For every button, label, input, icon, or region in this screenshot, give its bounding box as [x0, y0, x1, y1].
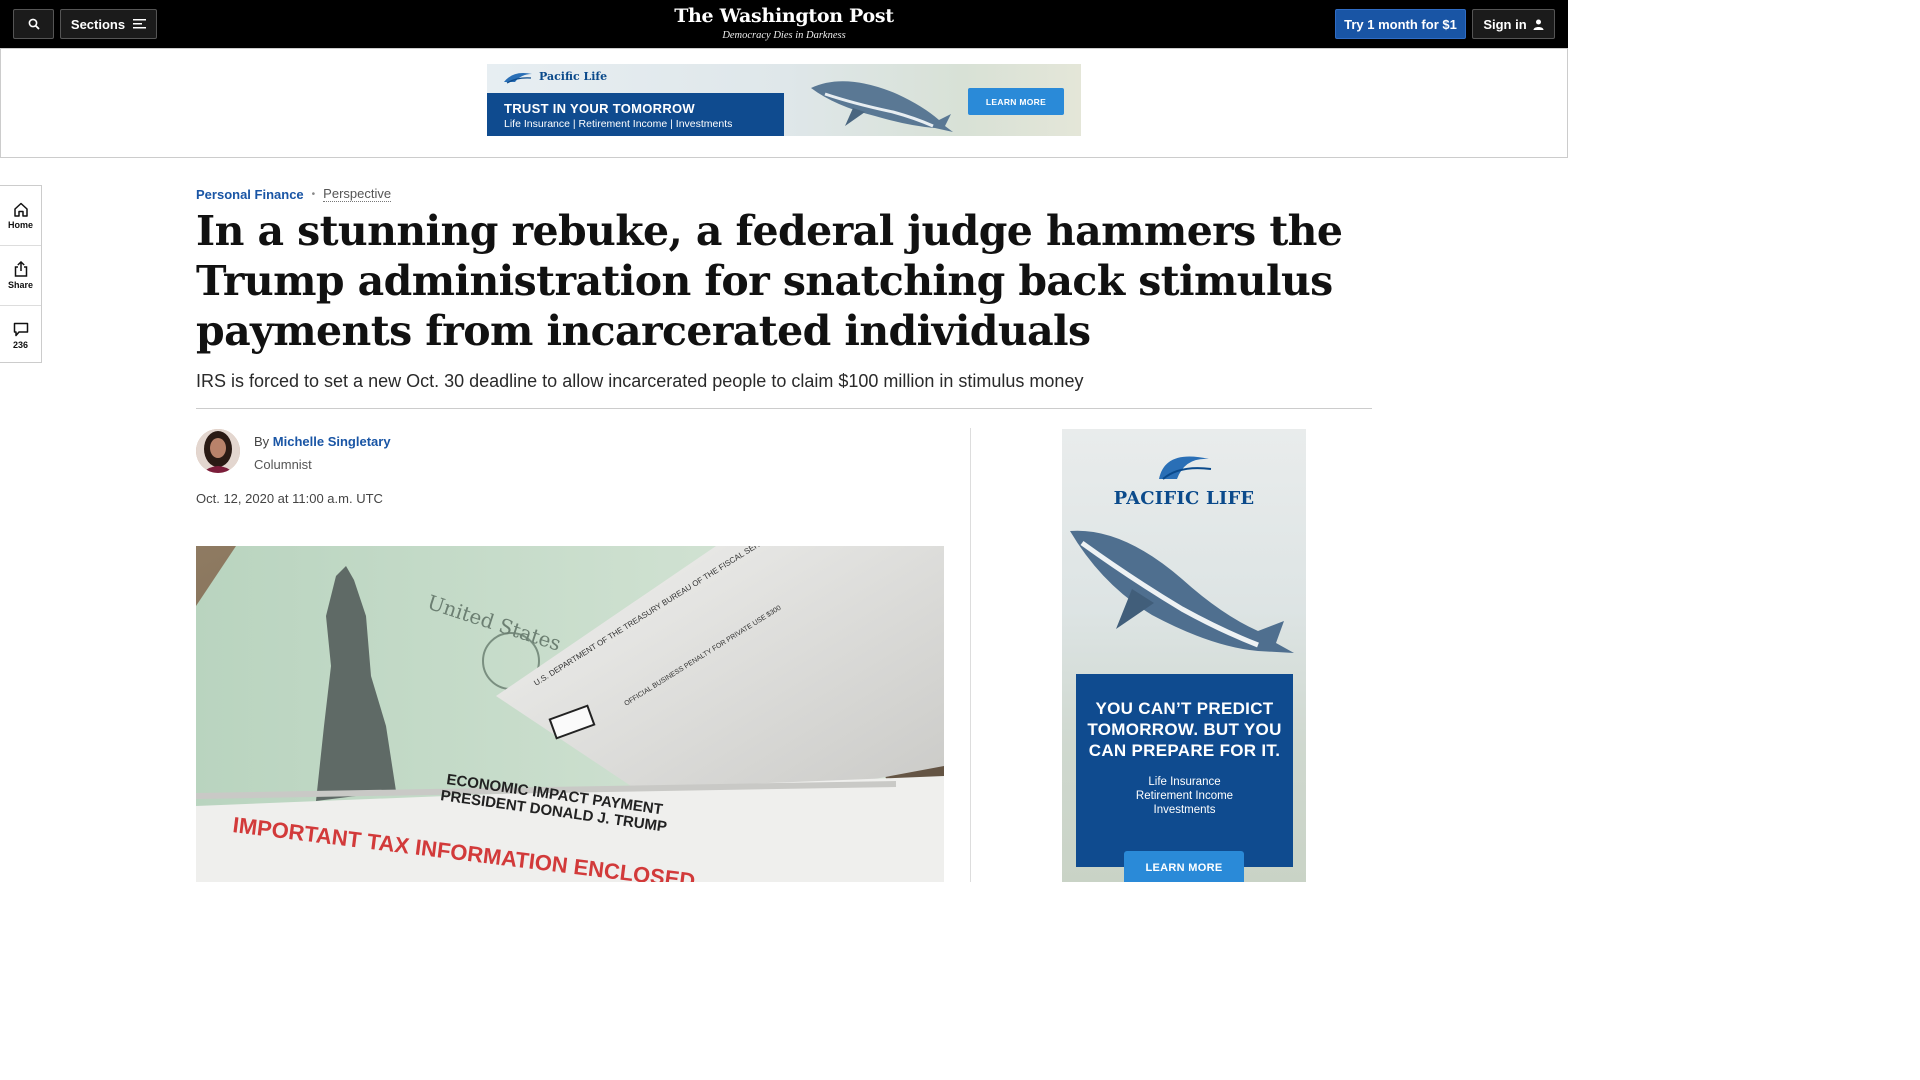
sign-in-button[interactable]: Sign in: [1472, 9, 1555, 39]
byline-prefix: By: [254, 434, 270, 449]
lead-photo[interactable]: ECONOMIC IMPACT PAYMENT PRESIDENT DONALD…: [196, 546, 944, 882]
top-navigation: Sections The Washington Post Democracy D…: [0, 0, 1568, 48]
kicker-separator: •: [311, 188, 316, 200]
article-subheadline: IRS is forced to set a new Oct. 30 deadl…: [196, 371, 1084, 391]
share-icon: [14, 261, 27, 277]
byline: By Michelle Singletary: [254, 434, 391, 449]
pacific-life-logo-icon: [504, 73, 532, 84]
whale-illustration: [1070, 530, 1294, 653]
side-ad-brand-name: PACIFIC LIFE: [1113, 488, 1255, 509]
home-rail-button[interactable]: Home: [0, 186, 41, 246]
top-ad-subline: Life Insurance | Retirement Income | Inv…: [504, 118, 733, 130]
comments-rail-button[interactable]: 236: [0, 306, 41, 365]
column-divider: [970, 428, 971, 882]
top-ad-brand-name: Pacific Life: [539, 69, 608, 83]
side-ad-learn-more-button[interactable]: LEARN MORE: [1124, 851, 1244, 882]
publish-date: Oct. 12, 2020 at 11:00 a.m. UTC: [196, 491, 383, 506]
top-ad-banner[interactable]: Pacific Life TRUST IN YOUR TOMORROW Life…: [487, 64, 1081, 136]
comments-count: 236: [12, 339, 29, 350]
left-action-rail: Home Share 236: [0, 185, 42, 363]
user-icon: [1533, 19, 1544, 30]
side-ad-brand: PACIFIC LIFE: [1062, 445, 1306, 509]
article-headline: In a stunning rebuke, a federal judge ha…: [196, 207, 1343, 355]
side-ad[interactable]: PACIFIC LIFE YOU CAN’T PREDICT TOMORROW.…: [1062, 429, 1306, 882]
author-portrait: [196, 429, 240, 473]
site-logo[interactable]: The Washington Post Democracy Dies in Da…: [0, 5, 1568, 41]
home-label: Home: [7, 219, 33, 230]
side-ad-line2: Retirement Income: [1135, 790, 1234, 802]
whale-illustration: [811, 81, 953, 132]
side-ad-line1: Life Insurance: [1148, 776, 1221, 788]
stimulus-check-photo: ECONOMIC IMPACT PAYMENT PRESIDENT DONALD…: [196, 546, 944, 882]
author-name-link[interactable]: Michelle Singletary: [273, 434, 391, 449]
side-ad-text-box: YOU CAN’T PREDICT TOMORROW. BUT YOU CAN …: [1076, 674, 1293, 867]
top-ad-slot: Pacific Life TRUST IN YOUR TOMORROW Life…: [0, 48, 1568, 158]
perspective-label[interactable]: Perspective: [323, 186, 392, 202]
section-link[interactable]: Personal Finance: [196, 187, 304, 202]
top-ad-text-box: TRUST IN YOUR TOMORROW Life Insurance | …: [487, 93, 784, 136]
divider: [196, 408, 1372, 409]
article-kicker: Personal Finance • Perspective: [196, 186, 392, 202]
side-ad-products: Life Insurance Retirement Income Investm…: [1076, 775, 1293, 817]
author-role: Columnist: [254, 457, 312, 472]
top-ad-brand: Pacific Life: [503, 68, 607, 84]
subscribe-button[interactable]: Try 1 month for $1: [1335, 9, 1466, 39]
logo-title: The Washington Post: [674, 5, 894, 27]
top-ad-learn-more-button[interactable]: LEARN MORE: [968, 88, 1064, 115]
pacific-life-logo-icon: [1159, 456, 1212, 480]
share-label: Share: [7, 280, 33, 290]
top-ad-headline: TRUST IN YOUR TOMORROW: [504, 101, 696, 116]
logo-tagline: Democracy Dies in Darkness: [722, 30, 846, 41]
share-rail-button[interactable]: Share: [0, 246, 41, 306]
comment-icon: [13, 322, 28, 336]
side-ad-line3: Investments: [1153, 804, 1216, 816]
home-icon: [13, 202, 28, 217]
side-ad-headline: YOU CAN’T PREDICT TOMORROW. BUT YOU CAN …: [1087, 699, 1282, 760]
sign-in-label: Sign in: [1483, 16, 1527, 32]
author-avatar[interactable]: [196, 429, 240, 473]
